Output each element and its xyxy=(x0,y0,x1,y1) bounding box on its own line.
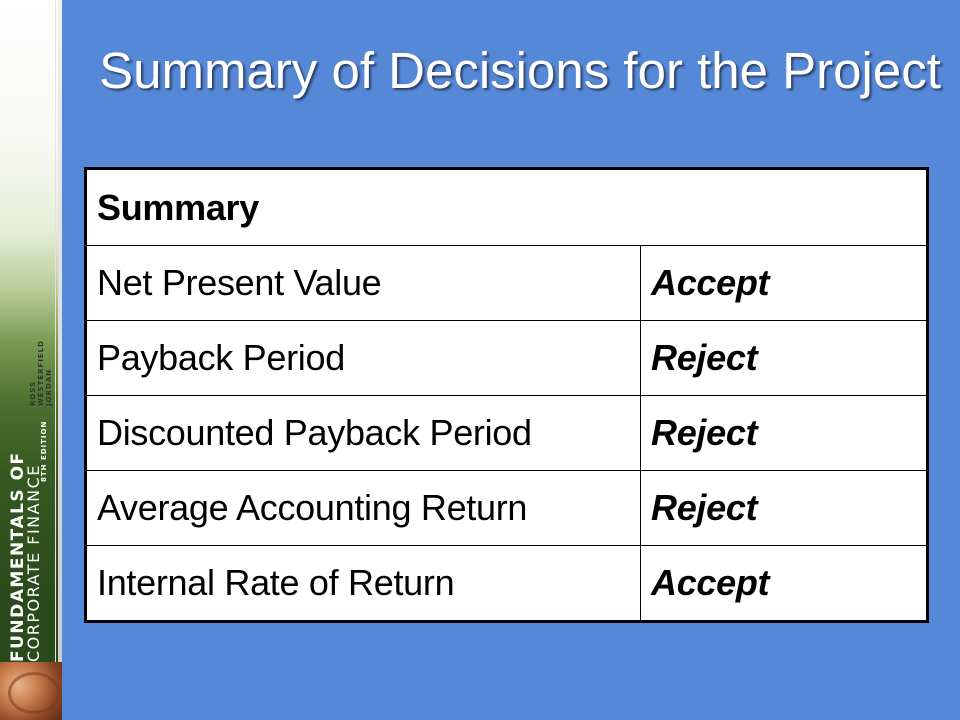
table-row: Discounted Payback Period Reject xyxy=(85,395,928,471)
spine-author: JORDAN xyxy=(45,368,53,406)
criterion-cell: Net Present Value xyxy=(85,245,641,321)
table-row: Payback Period Reject xyxy=(85,320,928,396)
cover-art-image xyxy=(0,662,62,720)
spine-brand-text: FUNDAMENTALS OF CORPORATE FINANCE 8TH ED… xyxy=(6,302,54,662)
decision-cell: Reject xyxy=(640,395,928,471)
table-row: Internal Rate of Return Accept xyxy=(85,545,928,622)
decision-cell: Reject xyxy=(640,470,928,546)
criterion-cell: Average Accounting Return xyxy=(85,470,641,546)
table-row: Net Present Value Accept xyxy=(85,245,928,321)
spine-authors: ROSS WESTERFIELD JORDAN xyxy=(29,298,59,658)
table-row: Average Accounting Return Reject xyxy=(85,470,928,546)
decision-cell: Reject xyxy=(640,320,928,396)
book-spine-banner: FUNDAMENTALS OF CORPORATE FINANCE 8TH ED… xyxy=(0,0,62,720)
spine-author: WESTERFIELD xyxy=(37,340,45,406)
spine-author: ROSS xyxy=(29,380,37,406)
slide-title: Summary of Decisions for the Project xyxy=(99,42,941,99)
table-header: Summary xyxy=(85,168,928,246)
criterion-cell: Payback Period xyxy=(85,320,641,396)
decision-cell: Accept xyxy=(640,545,928,622)
decision-cell: Accept xyxy=(640,245,928,321)
criterion-cell: Discounted Payback Period xyxy=(85,395,641,471)
table-header-row: Summary xyxy=(85,168,928,246)
criterion-cell: Internal Rate of Return xyxy=(85,545,641,622)
summary-table: Summary Net Present Value Accept Payback… xyxy=(84,167,929,623)
